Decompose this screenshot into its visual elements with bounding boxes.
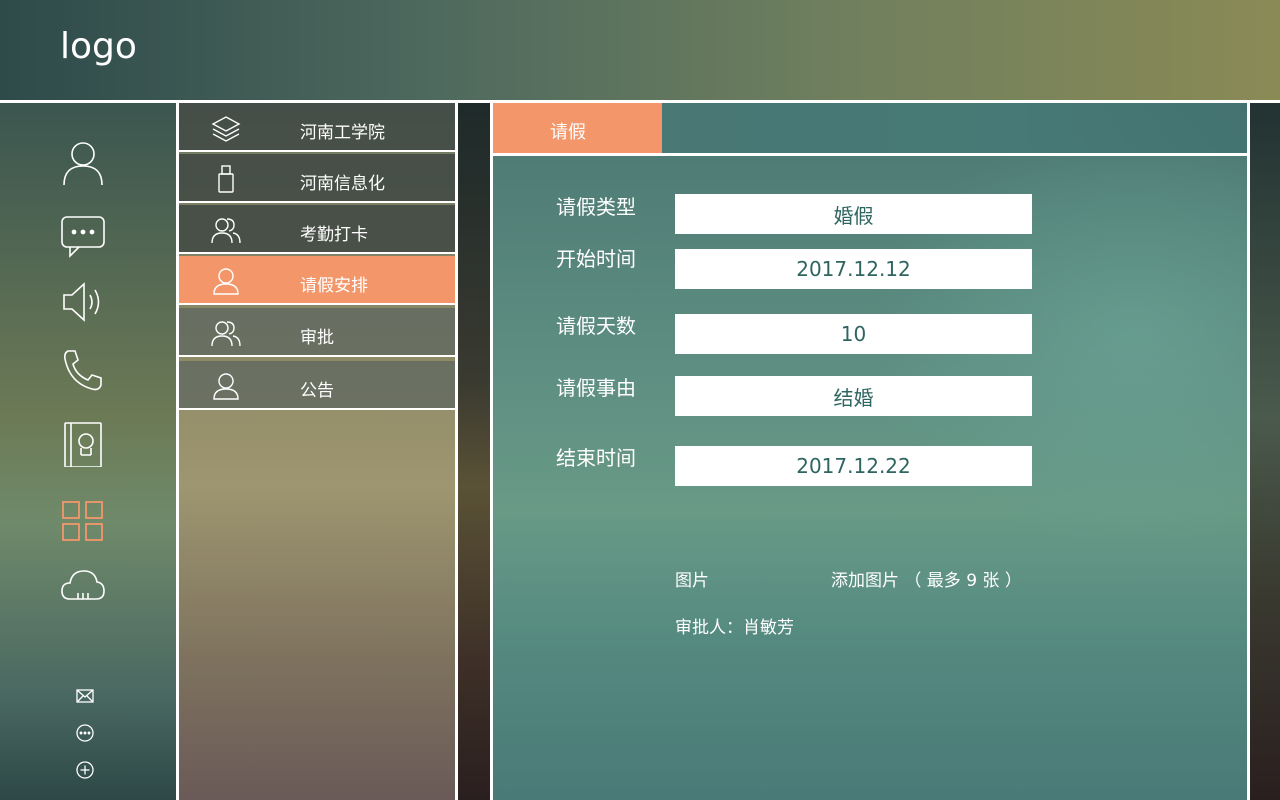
background-strip bbox=[458, 103, 490, 800]
menu-item-label: 公告 bbox=[300, 381, 334, 401]
person-icon bbox=[211, 267, 241, 295]
usb-icon bbox=[211, 165, 241, 193]
speaker-icon[interactable] bbox=[60, 279, 106, 325]
menu-item-label: 考勤打卡 bbox=[300, 225, 368, 245]
cloud-icon[interactable] bbox=[60, 563, 106, 609]
menu-item-announcement[interactable]: 公告 bbox=[179, 361, 455, 410]
layers-icon bbox=[211, 114, 241, 142]
chat-icon[interactable] bbox=[60, 213, 106, 259]
menu-item-attendance[interactable]: 考勤打卡 bbox=[179, 205, 455, 254]
user-icon[interactable] bbox=[60, 139, 106, 185]
tab-leave[interactable]: 请假 bbox=[493, 103, 662, 153]
leave-days-field[interactable]: 10 bbox=[675, 314, 1032, 354]
menu-item-approval[interactable]: 审批 bbox=[179, 308, 455, 357]
contacts-icon[interactable] bbox=[60, 421, 106, 467]
apps-grid-icon[interactable] bbox=[60, 499, 106, 545]
start-time-label: 开始时间 bbox=[556, 247, 636, 271]
add-icon[interactable] bbox=[75, 760, 95, 780]
menu-item-leave-arrangement[interactable]: 请假安排 bbox=[179, 256, 455, 305]
menu-item-label: 河南信息化 bbox=[300, 174, 385, 194]
leave-type-label: 请假类型 bbox=[556, 195, 636, 219]
leave-reason-field[interactable]: 结婚 bbox=[675, 376, 1032, 416]
leave-reason-label: 请假事由 bbox=[556, 376, 636, 400]
menu-item-label: 请假安排 bbox=[300, 276, 368, 296]
menu-item-label: 河南工学院 bbox=[300, 123, 385, 143]
top-header: logo bbox=[0, 0, 1280, 100]
leave-type-field[interactable]: 婚假 bbox=[675, 194, 1032, 234]
logo[interactable]: logo bbox=[60, 26, 137, 67]
approver-text: 审批人：肖敏芳 bbox=[675, 618, 794, 638]
add-image-link[interactable]: 添加图片 （ 最多 9 张 ） bbox=[831, 571, 1022, 591]
person-icon bbox=[211, 372, 241, 400]
menu-item-label: 审批 bbox=[300, 328, 334, 348]
menu-item-henan-institute[interactable]: 河南工学院 bbox=[179, 103, 455, 152]
menu-item-henan-informatization[interactable]: 河南信息化 bbox=[179, 154, 455, 203]
end-time-label: 结束时间 bbox=[556, 446, 636, 470]
end-time-field[interactable]: 2017.12.22 bbox=[675, 446, 1032, 486]
image-label: 图片 bbox=[675, 571, 709, 591]
leave-days-label: 请假天数 bbox=[556, 314, 636, 338]
background-strip-right bbox=[1250, 103, 1280, 800]
start-time-field[interactable]: 2017.12.12 bbox=[675, 249, 1032, 289]
icon-sidebar bbox=[0, 103, 176, 800]
group-icon bbox=[211, 216, 241, 244]
menu-panel: 河南工学院 河南信息化 考勤打卡 请假安排 审批 公告 bbox=[179, 103, 455, 800]
group-icon bbox=[211, 319, 241, 347]
phone-icon[interactable] bbox=[60, 347, 106, 393]
more-icon[interactable] bbox=[75, 723, 95, 743]
mail-icon[interactable] bbox=[75, 686, 95, 706]
